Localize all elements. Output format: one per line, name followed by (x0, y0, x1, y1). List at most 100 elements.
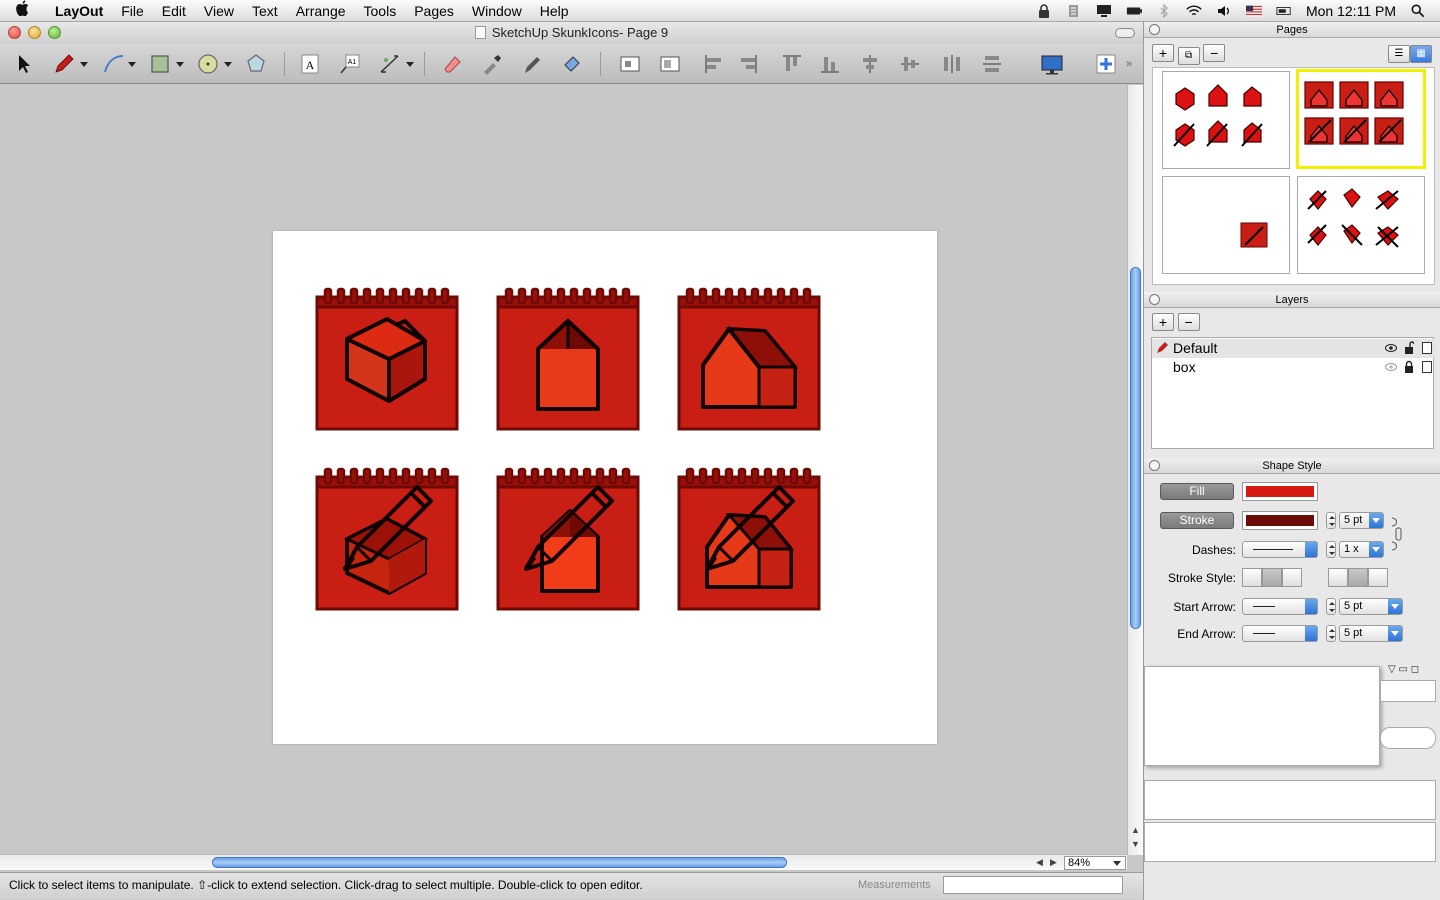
menu-file[interactable]: File (112, 0, 153, 22)
menu-window[interactable]: Window (463, 0, 531, 22)
stroke-width-stepper[interactable] (1326, 512, 1336, 529)
page-thumbnail-selected[interactable] (1296, 69, 1426, 169)
align-right-icon[interactable] (734, 50, 762, 78)
visibility-eye-icon[interactable] (1385, 343, 1397, 353)
cap-square-button[interactable] (1368, 568, 1388, 587)
dimension-tool-icon[interactable] (376, 50, 404, 78)
scroll-up-arrow-icon[interactable]: ▲ (1131, 825, 1140, 835)
join-icon[interactable] (616, 50, 644, 78)
toolbar-overflow-icon[interactable]: » (1126, 58, 1132, 70)
select-tool-icon[interactable] (10, 50, 38, 78)
lower-field[interactable] (1144, 780, 1436, 820)
page-thumbnail[interactable] (1162, 176, 1290, 274)
close-icon[interactable] (1149, 24, 1160, 35)
scroll-left-arrow-icon[interactable]: ◀ (1036, 857, 1043, 868)
align-center-horizontal-icon[interactable] (896, 50, 924, 78)
align-top-icon[interactable] (778, 50, 806, 78)
bluetooth-icon[interactable] (1156, 4, 1172, 18)
pencil-tool-icon[interactable] (50, 50, 78, 78)
polygon-tool-icon[interactable] (242, 50, 270, 78)
end-arrow-select[interactable] (1242, 625, 1318, 642)
menu-arrange[interactable]: Arrange (287, 0, 355, 22)
volume-icon[interactable] (1216, 4, 1232, 18)
join-bevel-button[interactable] (1282, 568, 1302, 587)
layer-row[interactable]: Default (1152, 339, 1435, 358)
toolbar-toggle-button[interactable] (1115, 28, 1135, 38)
pencil-dropdown-icon[interactable] (80, 62, 88, 67)
dash-pattern-select[interactable] (1242, 541, 1318, 558)
join-round-button[interactable] (1262, 568, 1282, 587)
layer-shared-icon[interactable] (1422, 342, 1432, 354)
label-tool-icon[interactable]: A1 (336, 50, 364, 78)
stroke-color-swatch[interactable] (1242, 511, 1318, 530)
rectangle-tool-icon[interactable] (146, 50, 174, 78)
add-page-icon[interactable] (1092, 50, 1120, 78)
close-icon[interactable] (1149, 294, 1160, 305)
minimize-window-button[interactable] (28, 26, 41, 39)
spotlight-search-icon[interactable] (1410, 4, 1426, 18)
dash-scale-select[interactable]: 1 x (1339, 541, 1384, 558)
end-arrow-size-stepper[interactable] (1326, 625, 1336, 642)
cap-round-button[interactable] (1348, 568, 1368, 587)
presentation-icon[interactable] (1038, 50, 1066, 78)
start-arrow-size-stepper[interactable] (1326, 598, 1336, 615)
menu-edit[interactable]: Edit (153, 0, 195, 22)
end-arrow-size-select[interactable]: 5 pt (1339, 625, 1403, 642)
lower-field[interactable] (1144, 822, 1436, 862)
menu-pages[interactable]: Pages (405, 0, 463, 22)
apple-menu-icon[interactable] (0, 0, 46, 21)
clock[interactable]: Mon 12:11 PM (1306, 3, 1396, 19)
add-page-button[interactable]: + (1152, 44, 1174, 62)
join-miter-button[interactable] (1242, 568, 1262, 587)
fill-toggle-button[interactable]: Fill (1160, 483, 1234, 500)
unlock-icon[interactable] (1404, 341, 1414, 354)
text-tool-icon[interactable]: A (296, 50, 324, 78)
start-arrow-select[interactable] (1242, 598, 1318, 615)
panel-controls-icon[interactable]: ▽ ▭ ◻ (1388, 664, 1419, 675)
eraser-tool-icon[interactable] (438, 50, 466, 78)
page-thumbnail[interactable] (1297, 176, 1425, 274)
add-layer-button[interactable]: + (1152, 313, 1174, 331)
measurements-input[interactable] (943, 876, 1123, 894)
space-horizontal-icon[interactable] (938, 50, 966, 78)
zoom-window-button[interactable] (48, 26, 61, 39)
lock-icon[interactable] (1036, 4, 1052, 18)
layer-row[interactable]: box (1152, 358, 1435, 377)
space-vertical-icon[interactable] (978, 50, 1006, 78)
page-thumbnail[interactable] (1162, 71, 1290, 169)
scroll-right-arrow-icon[interactable]: ▶ (1050, 857, 1057, 868)
vertical-scroll-thumb[interactable] (1130, 267, 1141, 629)
search-field[interactable] (1380, 727, 1436, 749)
remove-layer-button[interactable]: − (1177, 313, 1200, 331)
arc-dropdown-icon[interactable] (128, 62, 136, 67)
canvas[interactable] (0, 85, 1127, 855)
align-center-vertical-icon[interactable] (856, 50, 884, 78)
horizontal-scrollbar[interactable]: ◀ ▶ 84% (0, 854, 1127, 870)
remove-page-button[interactable]: − (1203, 44, 1226, 62)
grid-view-button[interactable]: ▦ (1410, 45, 1432, 63)
dash-scale-stepper[interactable] (1326, 541, 1336, 558)
eyedropper-tool-icon[interactable] (478, 50, 506, 78)
circle-dropdown-icon[interactable] (224, 62, 232, 67)
group-icon[interactable] (656, 50, 684, 78)
fill-color-swatch[interactable] (1242, 482, 1318, 501)
link-chain-icon[interactable] (1390, 516, 1404, 552)
lock-icon[interactable] (1404, 360, 1414, 373)
zoom-select[interactable]: 84% (1064, 856, 1126, 870)
duplicate-page-button[interactable]: ⧉ (1177, 47, 1200, 65)
wifi-icon[interactable] (1186, 4, 1202, 18)
stroke-width-select[interactable]: 5 pt (1339, 512, 1384, 529)
align-bottom-icon[interactable] (816, 50, 844, 78)
battery-status-icon[interactable] (1276, 4, 1292, 18)
close-icon[interactable] (1149, 460, 1160, 471)
document-page[interactable] (273, 231, 937, 744)
menu-app[interactable]: LayOut (46, 0, 112, 22)
menu-view[interactable]: View (195, 0, 243, 22)
close-window-button[interactable] (8, 26, 21, 39)
flag-input-icon[interactable] (1245, 4, 1262, 18)
menu-text[interactable]: Text (243, 0, 287, 22)
list-view-button[interactable]: ☰ (1388, 45, 1410, 63)
split-tool-icon[interactable] (518, 50, 546, 78)
menu-help[interactable]: Help (531, 0, 578, 22)
layer-shared-icon[interactable] (1422, 361, 1432, 373)
